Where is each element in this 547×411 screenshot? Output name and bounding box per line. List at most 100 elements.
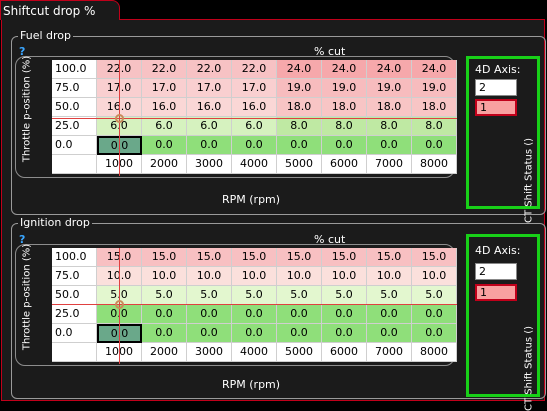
fuel-table-cell[interactable]: 22.0: [232, 60, 277, 79]
ignition-table-cell[interactable]: 0.0: [322, 305, 367, 324]
fuel-4d-axis-selected[interactable]: 1: [475, 99, 517, 116]
ignition-4d-axis-value[interactable]: 2: [475, 263, 517, 280]
ignition-table-cell[interactable]: 0.0: [277, 305, 322, 324]
ignition-table-cell[interactable]: 15.0: [142, 248, 187, 267]
fuel-table-cell[interactable]: 16.0: [187, 98, 232, 117]
fuel-row-header[interactable]: 100.0: [52, 60, 97, 79]
fuel-row-header[interactable]: 50.0: [52, 98, 97, 117]
ignition-table-cell[interactable]: 0.0: [367, 324, 412, 343]
fuel-table-cell[interactable]: 17.0: [232, 79, 277, 98]
fuel-table-cell[interactable]: 16.0: [232, 98, 277, 117]
fuel-table-cell[interactable]: 19.0: [367, 79, 412, 98]
ignition-table-cell[interactable]: 0.0: [412, 305, 457, 324]
fuel-table-cell[interactable]: 19.0: [322, 79, 367, 98]
ignition-rpm-header[interactable]: 7000: [367, 343, 412, 362]
fuel-table-cell[interactable]: 0.0: [142, 136, 187, 155]
ignition-table-cell[interactable]: 15.0: [322, 248, 367, 267]
fuel-table-cell[interactable]: 16.0: [142, 98, 187, 117]
fuel-rpm-header[interactable]: 4000: [232, 155, 277, 174]
ignition-table-cell[interactable]: 10.0: [412, 267, 457, 286]
fuel-row-header[interactable]: 25.0: [52, 117, 97, 136]
fuel-table-cell[interactable]: 0.0: [277, 136, 322, 155]
ignition-table-cell[interactable]: 0.0: [277, 324, 322, 343]
fuel-table-cell[interactable]: 22.0: [142, 60, 187, 79]
ignition-table-cell[interactable]: 5.0: [187, 286, 232, 305]
ignition-rpm-header[interactable]: 4000: [232, 343, 277, 362]
fuel-table-cell[interactable]: 24.0: [367, 60, 412, 79]
fuel-table-cell[interactable]: 17.0: [187, 79, 232, 98]
ignition-table-cell[interactable]: 5.0: [322, 286, 367, 305]
fuel-table[interactable]: 100.022.022.022.022.024.024.024.024.075.…: [52, 60, 457, 174]
ignition-table-cell[interactable]: 5.0: [412, 286, 457, 305]
fuel-table-cell[interactable]: 24.0: [412, 60, 457, 79]
ignition-rpm-header[interactable]: 6000: [322, 343, 367, 362]
fuel-table-cell[interactable]: 0.0: [367, 136, 412, 155]
fuel-table-cell[interactable]: 8.0: [277, 117, 322, 136]
ignition-table-cell[interactable]: 10.0: [277, 267, 322, 286]
ignition-table[interactable]: 100.015.015.015.015.015.015.015.015.075.…: [52, 248, 457, 362]
tab-shiftcut-drop[interactable]: Shiftcut drop %: [0, 0, 120, 20]
ignition-rpm-header[interactable]: 8000: [412, 343, 457, 362]
fuel-rpm-header[interactable]: 2000: [142, 155, 187, 174]
ignition-row-header[interactable]: 50.0: [52, 286, 97, 305]
ignition-rpm-header[interactable]: 5000: [277, 343, 322, 362]
fuel-table-cell[interactable]: 24.0: [322, 60, 367, 79]
fuel-rpm-header[interactable]: 6000: [322, 155, 367, 174]
ignition-row-header[interactable]: 100.0: [52, 248, 97, 267]
fuel-rpm-header[interactable]: 3000: [187, 155, 232, 174]
ignition-table-cell[interactable]: 10.0: [322, 267, 367, 286]
ignition-row-header[interactable]: 25.0: [52, 305, 97, 324]
fuel-table-cell[interactable]: 6.0: [142, 117, 187, 136]
ignition-table-cell[interactable]: 10.0: [232, 267, 277, 286]
fuel-table-cell[interactable]: 6.0: [232, 117, 277, 136]
fuel-table-cell[interactable]: 18.0: [322, 98, 367, 117]
ignition-4d-axis-selected[interactable]: 1: [475, 284, 517, 301]
fuel-table-cell[interactable]: 19.0: [277, 79, 322, 98]
fuel-table-cell[interactable]: 6.0: [187, 117, 232, 136]
ignition-table-cell[interactable]: 0.0: [187, 324, 232, 343]
fuel-table-cell[interactable]: 0.0: [187, 136, 232, 155]
ignition-table-cell[interactable]: 10.0: [367, 267, 412, 286]
ignition-table-cell[interactable]: 5.0: [367, 286, 412, 305]
fuel-table-cell[interactable]: 8.0: [367, 117, 412, 136]
fuel-table-cell[interactable]: 18.0: [412, 98, 457, 117]
ignition-rpm-header[interactable]: 2000: [142, 343, 187, 362]
ignition-table-cell[interactable]: 0.0: [142, 324, 187, 343]
ignition-table-cell[interactable]: 15.0: [232, 248, 277, 267]
ignition-table-cell[interactable]: 0.0: [322, 324, 367, 343]
fuel-table-cell[interactable]: 19.0: [412, 79, 457, 98]
fuel-table-cell[interactable]: 0.0: [412, 136, 457, 155]
ignition-table-cell[interactable]: 10.0: [187, 267, 232, 286]
ignition-table-cell[interactable]: 0.0: [232, 324, 277, 343]
ignition-rpm-header[interactable]: 3000: [187, 343, 232, 362]
fuel-rpm-header[interactable]: 7000: [367, 155, 412, 174]
fuel-table-cell[interactable]: 22.0: [187, 60, 232, 79]
fuel-table-cell[interactable]: 24.0: [277, 60, 322, 79]
ignition-row-header[interactable]: 75.0: [52, 267, 97, 286]
fuel-table-cell[interactable]: 8.0: [412, 117, 457, 136]
ignition-table-cell[interactable]: 0.0: [142, 305, 187, 324]
ignition-table-cell[interactable]: 5.0: [232, 286, 277, 305]
ignition-table-cell[interactable]: 15.0: [277, 248, 322, 267]
ignition-table-cell[interactable]: 15.0: [367, 248, 412, 267]
ignition-table-cell[interactable]: 15.0: [412, 248, 457, 267]
fuel-table-cell[interactable]: 18.0: [367, 98, 412, 117]
fuel-rpm-header[interactable]: 5000: [277, 155, 322, 174]
fuel-rpm-header[interactable]: 8000: [412, 155, 457, 174]
fuel-row-header[interactable]: 0.0: [52, 136, 97, 155]
ignition-table-cell[interactable]: 10.0: [142, 267, 187, 286]
ignition-row-header[interactable]: 0.0: [52, 324, 97, 343]
ignition-table-cell[interactable]: 0.0: [367, 305, 412, 324]
fuel-4d-axis-value[interactable]: 2: [475, 79, 517, 96]
fuel-row-header[interactable]: 75.0: [52, 79, 97, 98]
ignition-table-cell[interactable]: 0.0: [232, 305, 277, 324]
fuel-table-cell[interactable]: 0.0: [322, 136, 367, 155]
ignition-table-cell[interactable]: 15.0: [187, 248, 232, 267]
fuel-table-cell[interactable]: 8.0: [322, 117, 367, 136]
ignition-table-cell[interactable]: 5.0: [142, 286, 187, 305]
ignition-table-cell[interactable]: 0.0: [412, 324, 457, 343]
fuel-table-cell[interactable]: 0.0: [232, 136, 277, 155]
fuel-table-cell[interactable]: 18.0: [277, 98, 322, 117]
fuel-table-cell[interactable]: 17.0: [142, 79, 187, 98]
ignition-table-cell[interactable]: 5.0: [277, 286, 322, 305]
